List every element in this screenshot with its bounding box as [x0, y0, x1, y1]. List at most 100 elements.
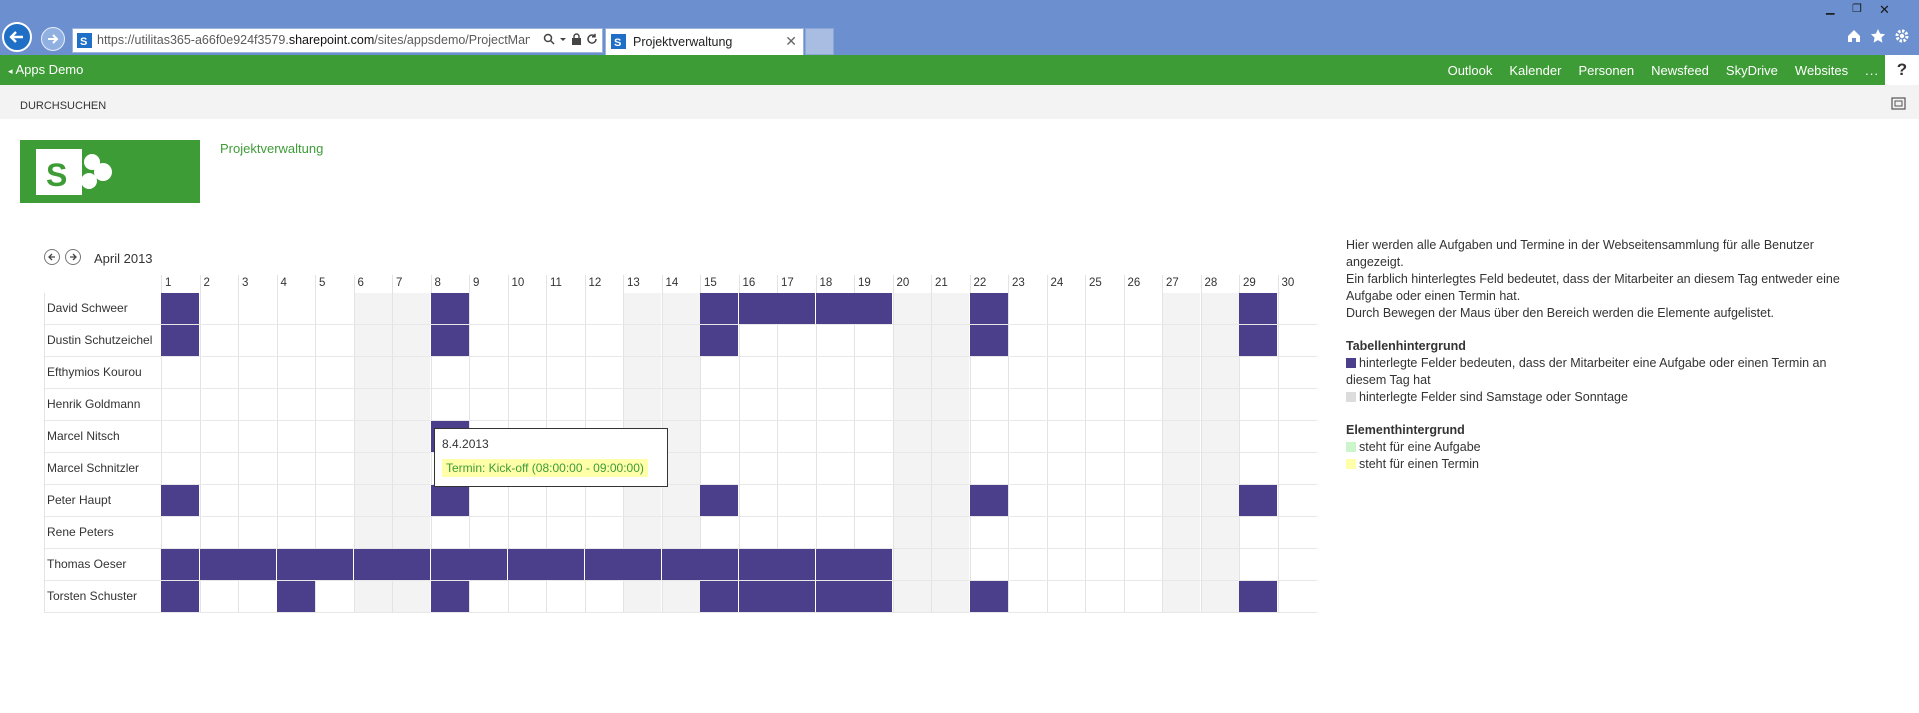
minimize-icon[interactable]: ▁ — [1826, 2, 1834, 15]
busy-day-cell[interactable] — [1239, 581, 1277, 612]
busy-day-cell[interactable] — [430, 581, 469, 612]
busy-day-cell[interactable] — [469, 549, 507, 580]
busy-day-cell[interactable] — [777, 549, 815, 580]
busy-day-cell[interactable] — [315, 549, 353, 580]
day-header: 9 — [469, 275, 507, 293]
forward-button[interactable] — [41, 27, 65, 51]
busy-day-cell[interactable] — [969, 293, 1008, 324]
day-cell — [1162, 453, 1200, 484]
tab-projektverwaltung[interactable]: S Projektverwaltung ✕ — [605, 28, 804, 55]
busy-day-cell[interactable] — [546, 549, 584, 580]
busy-day-cell[interactable] — [854, 293, 892, 324]
busy-day-cell[interactable] — [1239, 485, 1277, 516]
busy-day-cell[interactable] — [969, 325, 1008, 356]
busy-day-cell[interactable] — [1239, 293, 1277, 324]
busy-day-cell[interactable] — [623, 549, 661, 580]
busy-day-cell[interactable] — [507, 549, 546, 580]
busy-day-cell[interactable] — [161, 293, 199, 324]
close-icon[interactable]: ✕ — [785, 33, 797, 50]
busy-day-cell[interactable] — [777, 293, 815, 324]
busy-day-cell[interactable] — [738, 293, 777, 324]
busy-day-cell[interactable] — [276, 581, 315, 612]
busy-day-cell[interactable] — [161, 549, 199, 580]
close-window-icon[interactable]: ✕ — [1879, 2, 1890, 18]
suite-nav-personen[interactable]: Personen — [1578, 63, 1634, 78]
day-cell — [1008, 517, 1046, 548]
lock-icon[interactable] — [571, 32, 582, 50]
busy-day-cell[interactable] — [430, 485, 469, 516]
address-bar[interactable]: S https://utilitas365-a66f0e924f3579.sha… — [72, 28, 603, 53]
busy-day-cell[interactable] — [815, 549, 854, 580]
busy-day-cell[interactable] — [661, 549, 700, 580]
busy-day-cell[interactable] — [777, 581, 815, 612]
busy-day-cell[interactable] — [854, 549, 892, 580]
busy-day-cell[interactable] — [199, 549, 238, 580]
gear-icon[interactable] — [1894, 28, 1910, 49]
ribbon-tab-browse[interactable]: DURCHSUCHEN — [20, 100, 106, 112]
search-icon[interactable] — [543, 32, 555, 50]
focus-on-content-icon[interactable] — [1891, 97, 1906, 110]
busy-day-cell[interactable] — [238, 549, 276, 580]
calendar-nav — [44, 249, 81, 265]
refresh-icon[interactable] — [586, 32, 598, 50]
day-cell — [1008, 581, 1046, 612]
busy-day-cell[interactable] — [392, 549, 430, 580]
busy-day-cell[interactable] — [969, 485, 1008, 516]
day-cell — [700, 357, 738, 388]
day-cell — [1085, 485, 1123, 516]
busy-day-cell[interactable] — [430, 325, 469, 356]
day-cell — [700, 517, 738, 548]
day-cell — [1085, 357, 1123, 388]
suite-nav-skydrive[interactable]: SkyDrive — [1726, 63, 1778, 78]
favorites-star-icon[interactable] — [1870, 28, 1886, 49]
busy-day-cell[interactable] — [738, 549, 777, 580]
busy-day-cell[interactable] — [161, 485, 199, 516]
busy-day-cell[interactable] — [161, 325, 199, 356]
site-title[interactable]: Projektverwaltung — [220, 141, 323, 156]
suite-nav-websites[interactable]: Websites — [1795, 63, 1848, 78]
busy-day-cell[interactable] — [700, 581, 738, 612]
tooltip-entry[interactable]: Termin: Kick-off (08:00:00 - 09:00:00) — [442, 459, 648, 477]
busy-day-cell[interactable] — [700, 485, 738, 516]
busy-day-cell[interactable] — [815, 293, 854, 324]
busy-day-cell[interactable] — [276, 549, 315, 580]
day-header: 20 — [892, 275, 931, 293]
home-icon[interactable] — [1846, 28, 1862, 49]
back-button[interactable] — [2, 22, 32, 52]
busy-day-cell[interactable] — [430, 549, 469, 580]
day-cell — [199, 453, 238, 484]
dropdown-icon[interactable] — [559, 32, 567, 50]
next-month-button[interactable] — [65, 249, 81, 265]
suite-nav-kalender[interactable]: Kalender — [1509, 63, 1561, 78]
busy-day-cell[interactable] — [161, 581, 199, 612]
day-cell — [315, 421, 353, 452]
busy-day-cell[interactable] — [700, 293, 738, 324]
new-tab-button[interactable] — [805, 28, 834, 55]
help-button[interactable]: ? — [1885, 55, 1919, 85]
busy-day-cell[interactable] — [430, 293, 469, 324]
day-cell — [546, 357, 584, 388]
busy-day-cell[interactable] — [1239, 325, 1277, 356]
prev-month-button[interactable] — [44, 249, 60, 265]
day-cell — [815, 485, 854, 516]
day-header: 15 — [700, 275, 738, 293]
busy-day-cell[interactable] — [700, 325, 738, 356]
busy-day-cell[interactable] — [584, 549, 623, 580]
busy-day-cell[interactable] — [700, 549, 738, 580]
site-link-apps-demo[interactable]: ◂ Apps Demo — [8, 62, 83, 77]
busy-day-cell[interactable] — [738, 581, 777, 612]
busy-day-cell[interactable] — [854, 581, 892, 612]
day-cell — [315, 325, 353, 356]
site-logo[interactable]: S — [20, 140, 200, 203]
restore-icon[interactable]: ❐ — [1852, 2, 1862, 15]
busy-day-cell[interactable] — [969, 581, 1008, 612]
day-cell — [815, 421, 854, 452]
busy-day-cell[interactable] — [815, 581, 854, 612]
suite-nav-newsfeed[interactable]: Newsfeed — [1651, 63, 1709, 78]
busy-day-cell[interactable] — [353, 549, 392, 580]
more-options-icon[interactable]: ... — [1865, 63, 1879, 78]
suite-nav-outlook[interactable]: Outlook — [1448, 63, 1493, 78]
day-cell — [1200, 453, 1239, 484]
day-cell — [1239, 453, 1277, 484]
sharepoint-logo-icon: S — [36, 149, 112, 195]
